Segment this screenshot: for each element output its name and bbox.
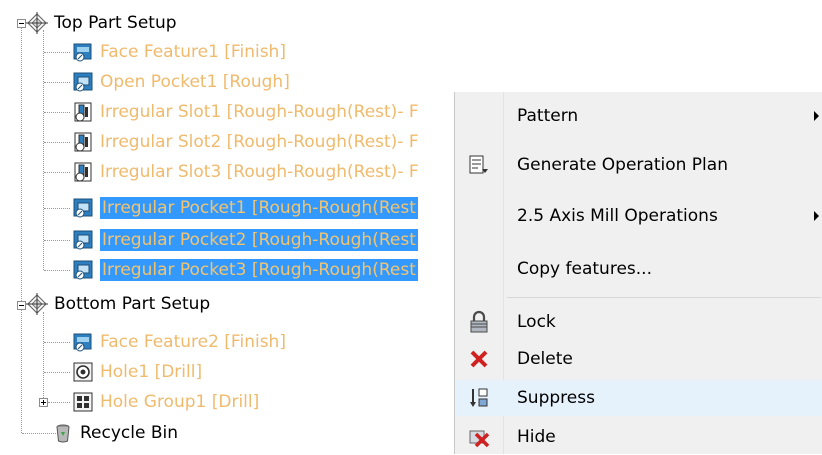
tree-line [21,25,22,433]
tree-item-label: Irregular Pocket3 [Rough-Rough(Rest [100,259,418,281]
collapse-toggle[interactable] [17,19,26,28]
context-menu: Pattern Generate Operation Plan 2.5 Axis… [454,92,822,454]
face-feature-icon [73,43,92,62]
tree-item-label: Face Feature1 [Finish] [100,42,286,62]
tree-line [43,30,44,270]
tree-line [44,142,70,143]
menu-item-2-5-axis-mill-operations[interactable]: 2.5 Axis Mill Operations [455,196,822,236]
menu-item-delete[interactable]: Delete [455,341,822,377]
menu-item-label: Pattern [517,106,579,126]
menu-item-copy-features[interactable]: Copy features... [455,249,822,289]
tree-item-irregular-slot2[interactable]: Irregular Slot2 [Rough-Rough(Rest)- F [72,127,419,157]
tree-item-top-part-setup[interactable]: Top Part Setup [26,8,177,38]
suppress-icon [470,388,488,407]
tree-line [44,342,70,343]
menu-item-label: Copy features... [517,259,652,279]
delete-x-icon [470,350,488,368]
pocket-feature-icon [73,230,93,250]
tree-item-face-feature2[interactable]: Face Feature2 [Finish] [72,327,286,357]
tree-line [48,402,70,403]
tree-item-open-pocket1[interactable]: Open Pocket1 [Rough] [72,67,290,97]
tree-line [44,240,70,241]
tree-item-hole1[interactable]: Hole1 [Drill] [72,357,202,387]
collapse-toggle[interactable] [17,301,26,310]
tree-item-face-feature1[interactable]: Face Feature1 [Finish] [72,37,286,67]
tree-item-label: Irregular Pocket2 [Rough-Rough(Rest [100,229,418,251]
hole-feature-icon [73,362,93,382]
hole-group-icon [73,392,93,412]
menu-item-label: 2.5 Axis Mill Operations [517,206,718,226]
menu-item-label: Suppress [517,388,595,408]
tree-item-label: Bottom Part Setup [54,294,211,314]
menu-item-label: Generate Operation Plan [517,155,728,175]
tree-line [44,112,70,113]
tree-item-irregular-pocket1[interactable]: Irregular Pocket1 [Rough-Rough(Rest [72,193,418,223]
setup-crosshair-icon [26,12,48,34]
lock-icon [470,310,488,333]
menu-item-lock[interactable]: Lock [455,304,822,340]
tree-line [44,52,70,53]
pocket-feature-icon [73,260,93,280]
tree-line [44,82,70,83]
operation-plan-icon [469,155,488,174]
tree-item-label: Irregular Pocket1 [Rough-Rough(Rest [100,197,418,219]
expand-toggle[interactable] [39,398,48,407]
menu-item-label: Hide [517,427,556,447]
face-feature-icon [73,333,92,352]
tree-item-label: Face Feature2 [Finish] [100,332,286,352]
slot-feature-icon [74,132,92,152]
submenu-arrow-icon [814,111,819,121]
tree-item-irregular-slot3[interactable]: Irregular Slot3 [Rough-Rough(Rest)- F [72,157,419,187]
tree-item-recycle-bin[interactable]: Recycle Bin [52,418,178,448]
menu-item-hide[interactable]: Hide [455,419,822,455]
pocket-feature-icon [73,72,93,92]
slot-feature-icon [74,162,92,182]
tree-item-label: Irregular Slot1 [Rough-Rough(Rest)- F [100,102,419,122]
hide-icon [469,430,490,448]
menu-item-pattern[interactable]: Pattern [455,96,822,136]
tree-line [44,270,70,271]
tree-item-hole-group1[interactable]: Hole Group1 [Drill] [72,387,259,417]
pocket-feature-icon [73,198,93,218]
menu-separator [507,297,821,298]
tree-line [44,372,70,373]
tree-line [43,312,44,402]
menu-item-suppress[interactable]: Suppress [455,380,822,416]
tree-item-label: Open Pocket1 [Rough] [100,72,290,92]
tree-item-irregular-pocket2[interactable]: Irregular Pocket2 [Rough-Rough(Rest [72,225,418,255]
tree-item-label: Hole1 [Drill] [100,362,203,382]
tree-item-label: Hole Group1 [Drill] [100,392,260,412]
tree-item-label: Irregular Slot2 [Rough-Rough(Rest)- F [100,132,419,152]
menu-item-label: Lock [517,312,556,332]
tree-item-irregular-pocket3[interactable]: Irregular Pocket3 [Rough-Rough(Rest [72,255,418,285]
tree-item-label: Recycle Bin [80,423,179,443]
tree-item-irregular-slot1[interactable]: Irregular Slot1 [Rough-Rough(Rest)- F [72,97,419,127]
tree-line [44,208,70,209]
tree-line [44,172,70,173]
submenu-arrow-icon [814,211,819,221]
tree-item-label: Top Part Setup [54,13,177,33]
tree-item-bottom-part-setup[interactable]: Bottom Part Setup [26,289,210,319]
menu-item-generate-operation-plan[interactable]: Generate Operation Plan [455,142,822,188]
recycle-bin-icon [56,424,70,443]
menu-item-label: Delete [517,349,573,369]
setup-crosshair-icon [26,293,48,315]
slot-feature-icon [74,102,92,122]
tree-item-label: Irregular Slot3 [Rough-Rough(Rest)- F [100,162,419,182]
